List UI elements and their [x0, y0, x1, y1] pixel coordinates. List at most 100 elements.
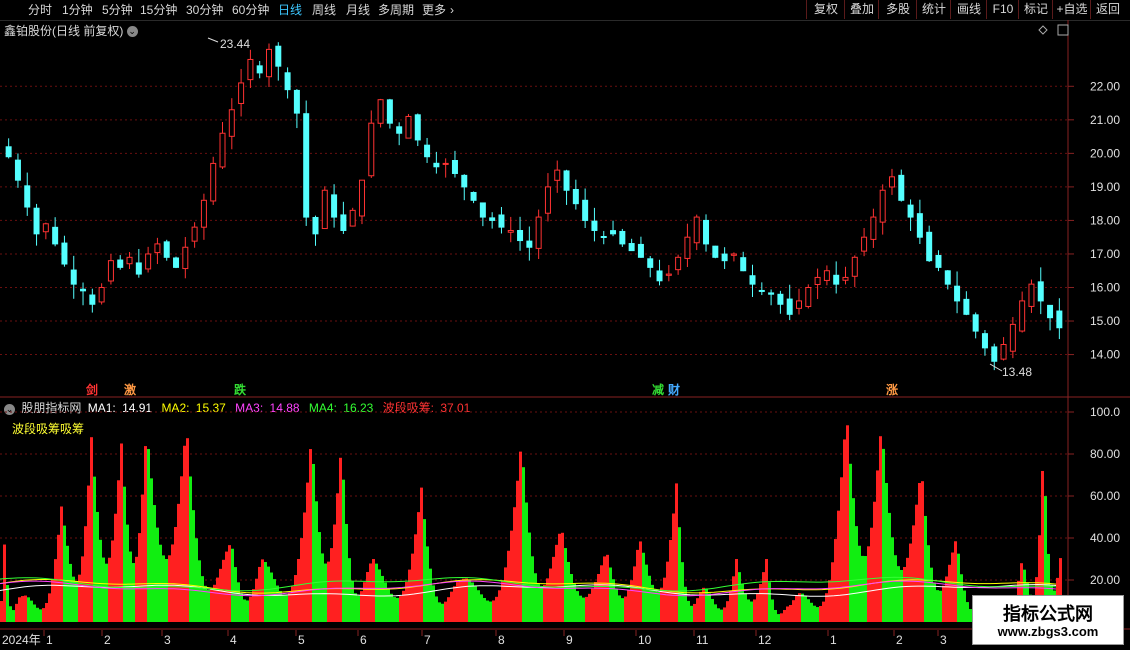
- indicator-bar: [177, 503, 180, 622]
- chevron-right-icon[interactable]: ›: [450, 2, 454, 18]
- timeframe-7[interactable]: 周线: [312, 2, 336, 18]
- watermark-url: www.zbgs3.com: [997, 624, 1099, 639]
- candle: [1037, 267, 1044, 315]
- toolbar-button-3[interactable]: 统计: [916, 0, 951, 19]
- indicator-bar: [837, 510, 840, 622]
- timeframe-6[interactable]: 日线: [278, 2, 302, 18]
- toolbar-button-5[interactable]: F10: [986, 0, 1019, 19]
- indicator-bar: [237, 582, 240, 622]
- indicator-bar: [540, 586, 543, 622]
- candle: [768, 289, 775, 306]
- timeframe-5[interactable]: 60分钟: [232, 2, 269, 18]
- indicator-bar: [576, 591, 579, 622]
- indicator-bar: [855, 526, 858, 622]
- indicator-bar: [312, 463, 315, 622]
- indicator-bar: [807, 599, 810, 622]
- month-label: 11: [696, 633, 709, 647]
- candle: [517, 216, 524, 251]
- toolbar-button-8[interactable]: 返回: [1090, 0, 1125, 19]
- timeframe-9[interactable]: 多周期: [378, 2, 414, 18]
- y-tick-label: 20.00: [1090, 573, 1120, 587]
- indicator-bar: [141, 494, 144, 622]
- candle: [1047, 304, 1054, 331]
- indicator-bar: [456, 582, 459, 622]
- candle: [851, 255, 858, 287]
- month-label: 7: [424, 633, 431, 647]
- date-axis: 2024年 1 2 3 4 5 6 7 8 9 10 11 12 1 2 3: [0, 630, 1130, 650]
- indicator-bar: [801, 593, 804, 622]
- y-tick-label: 18.00: [1090, 213, 1120, 227]
- month-label: 1: [46, 633, 53, 647]
- indicator-bar: [195, 538, 198, 622]
- indicator-bar: [729, 590, 732, 622]
- candle: [228, 98, 235, 150]
- indicator-bar: [306, 482, 309, 622]
- price-chart[interactable]: 22.00 21.00 20.00 19.00 18.00 17.00 16.00 15.00…: [0, 20, 1130, 398]
- indicator-bar: [252, 589, 255, 622]
- toolbar-button-0[interactable]: 复权: [806, 0, 845, 19]
- indicator-bar: [480, 594, 483, 622]
- indicator-bar: [123, 486, 126, 622]
- timeframe-0[interactable]: 分时: [28, 2, 52, 18]
- indicator-bar: [207, 589, 210, 622]
- candle: [507, 216, 514, 243]
- candle: [266, 43, 272, 88]
- candle: [1056, 298, 1063, 340]
- indicator-bar: [825, 593, 828, 622]
- indicator-bar: [81, 556, 84, 622]
- candle: [386, 98, 393, 129]
- timeframe-2[interactable]: 5分钟: [102, 2, 133, 18]
- timeframe-1[interactable]: 1分钟: [62, 2, 93, 18]
- indicator-bar: [45, 603, 48, 622]
- indicator-bar: [255, 578, 258, 622]
- diamond-icon[interactable]: [1038, 25, 1048, 35]
- candle: [842, 266, 849, 285]
- timeframe-10[interactable]: 更多: [422, 2, 446, 18]
- toolbar-button-1[interactable]: 叠加: [844, 0, 879, 19]
- indicator-bar: [60, 506, 63, 622]
- indicator-bar: [414, 534, 417, 622]
- timeframe-4[interactable]: 30分钟: [186, 2, 223, 18]
- candle: [349, 207, 356, 227]
- candle: [777, 290, 784, 314]
- indicator-bar: [180, 476, 183, 622]
- indicator-bar: [720, 609, 723, 622]
- indicator-bar: [759, 583, 762, 622]
- indicator-bar: [942, 585, 945, 622]
- indicator-bar: [705, 588, 708, 622]
- timeframe-3[interactable]: 15分钟: [140, 2, 177, 18]
- candle: [563, 169, 570, 205]
- month-label: 9: [566, 633, 573, 647]
- timeframe-8[interactable]: 月线: [346, 2, 370, 18]
- toolbar-button-6[interactable]: 标记: [1018, 0, 1053, 19]
- candle: [52, 217, 59, 247]
- month-label: 2: [104, 633, 111, 647]
- indicator-bar: [330, 548, 333, 622]
- candle: [888, 168, 895, 195]
- window-icon[interactable]: [1057, 24, 1069, 36]
- y-tick-label: 15.00: [1090, 314, 1120, 328]
- candle: [665, 265, 672, 282]
- candle: [684, 223, 691, 268]
- indicator-bar: [174, 527, 177, 622]
- month-label: 2: [896, 633, 903, 647]
- candle: [805, 284, 812, 309]
- toolbar-button-7[interactable]: +自选: [1052, 0, 1091, 19]
- indicator-bar: [528, 532, 531, 622]
- month-label: 4: [230, 633, 237, 647]
- candle: [1000, 337, 1007, 361]
- indicator-chart[interactable]: 100.0 80.00 60.00 40.00 20.00: [0, 398, 1130, 630]
- candle: [1028, 279, 1035, 313]
- indicator-bar: [693, 603, 696, 622]
- indicator-bar: [552, 556, 555, 622]
- candle: [981, 329, 988, 356]
- toolbar-button-2[interactable]: 多股: [878, 0, 917, 19]
- indicator-bar: [261, 559, 264, 622]
- candle: [656, 259, 663, 286]
- indicator-bar: [726, 601, 729, 622]
- toolbar-button-4[interactable]: 画线: [950, 0, 987, 19]
- indicator-bar: [189, 476, 192, 622]
- candle: [619, 228, 626, 247]
- indicator-bar: [852, 498, 855, 622]
- indicator-bar: [582, 597, 585, 622]
